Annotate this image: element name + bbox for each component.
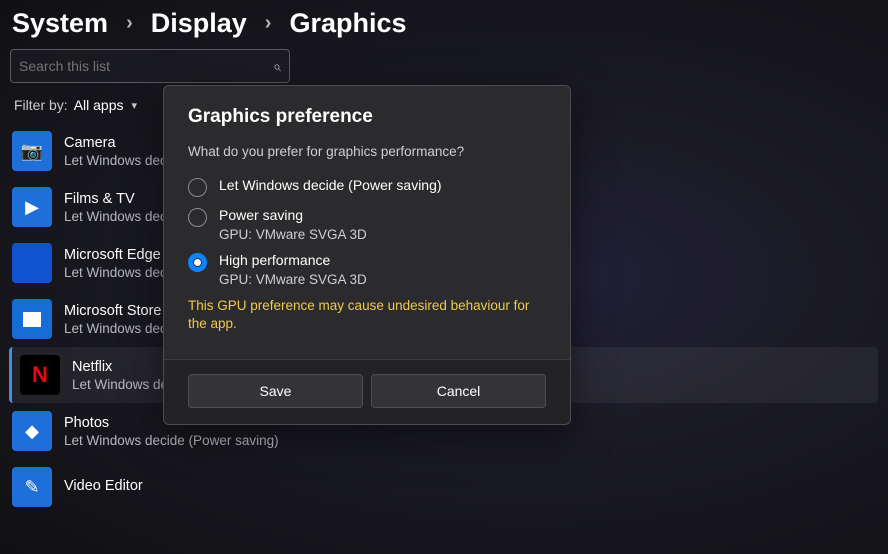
radio-option-0[interactable]: Let Windows decide (Power saving) xyxy=(188,177,546,197)
dialog-question: What do you prefer for graphics performa… xyxy=(188,144,546,159)
dialog-warning: This GPU preference may cause undesired … xyxy=(188,297,546,333)
radio-sub: GPU: VMware SVGA 3D xyxy=(219,272,367,287)
radio-option-1[interactable]: Power saving GPU: VMware SVGA 3D xyxy=(188,207,546,242)
graphics-preference-dialog: Graphics preference What do you prefer f… xyxy=(163,85,571,425)
dialog-title: Graphics preference xyxy=(188,106,546,128)
radio-label: Power saving xyxy=(219,207,367,223)
radio-icon[interactable] xyxy=(188,178,207,197)
save-button[interactable]: Save xyxy=(188,374,363,408)
radio-label: High performance xyxy=(219,252,367,268)
radio-option-2[interactable]: High performance GPU: VMware SVGA 3D xyxy=(188,252,546,287)
cancel-button[interactable]: Cancel xyxy=(371,374,546,408)
modal-overlay: Graphics preference What do you prefer f… xyxy=(0,0,888,554)
radio-sub: GPU: VMware SVGA 3D xyxy=(219,227,367,242)
radio-icon[interactable] xyxy=(188,253,207,272)
radio-icon[interactable] xyxy=(188,208,207,227)
radio-label: Let Windows decide (Power saving) xyxy=(219,177,442,193)
